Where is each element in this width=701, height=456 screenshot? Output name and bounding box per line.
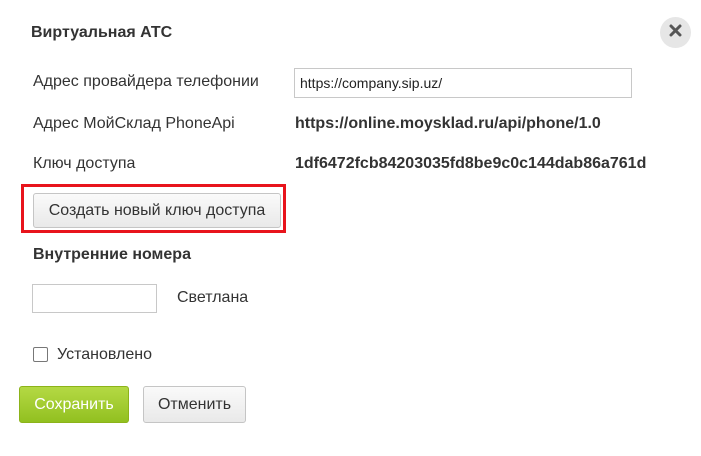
new-access-key-button[interactable]: Создать новый ключ доступа [33,193,281,228]
cancel-button[interactable]: Отменить [143,386,246,423]
installed-checkbox[interactable] [33,347,48,362]
internal-number-input[interactable] [32,284,157,313]
save-button[interactable]: Сохранить [19,386,129,423]
close-button[interactable] [660,17,691,48]
employee-name: Светлана [177,289,249,306]
dialog-title: Виртуальная АТС [31,24,173,41]
provider-address-input[interactable] [294,68,632,98]
phoneapi-value: https://online.moysklad.ru/api/phone/1.0 [295,115,601,132]
installed-label: Установлено [57,346,152,363]
internal-numbers-title: Внутренние номера [33,246,191,263]
virtual-pbx-dialog: Виртуальная АТС Адрес провайдера телефон… [0,0,701,456]
access-key-label: Ключ доступа [33,155,136,172]
provider-address-label: Адрес провайдера телефонии [33,73,259,90]
close-icon [669,24,682,42]
phoneapi-label: Адрес МойСклад PhoneApi [33,115,235,132]
access-key-value: 1df6472fcb84203035fd8be9c0c144dab86a761d [295,155,647,172]
